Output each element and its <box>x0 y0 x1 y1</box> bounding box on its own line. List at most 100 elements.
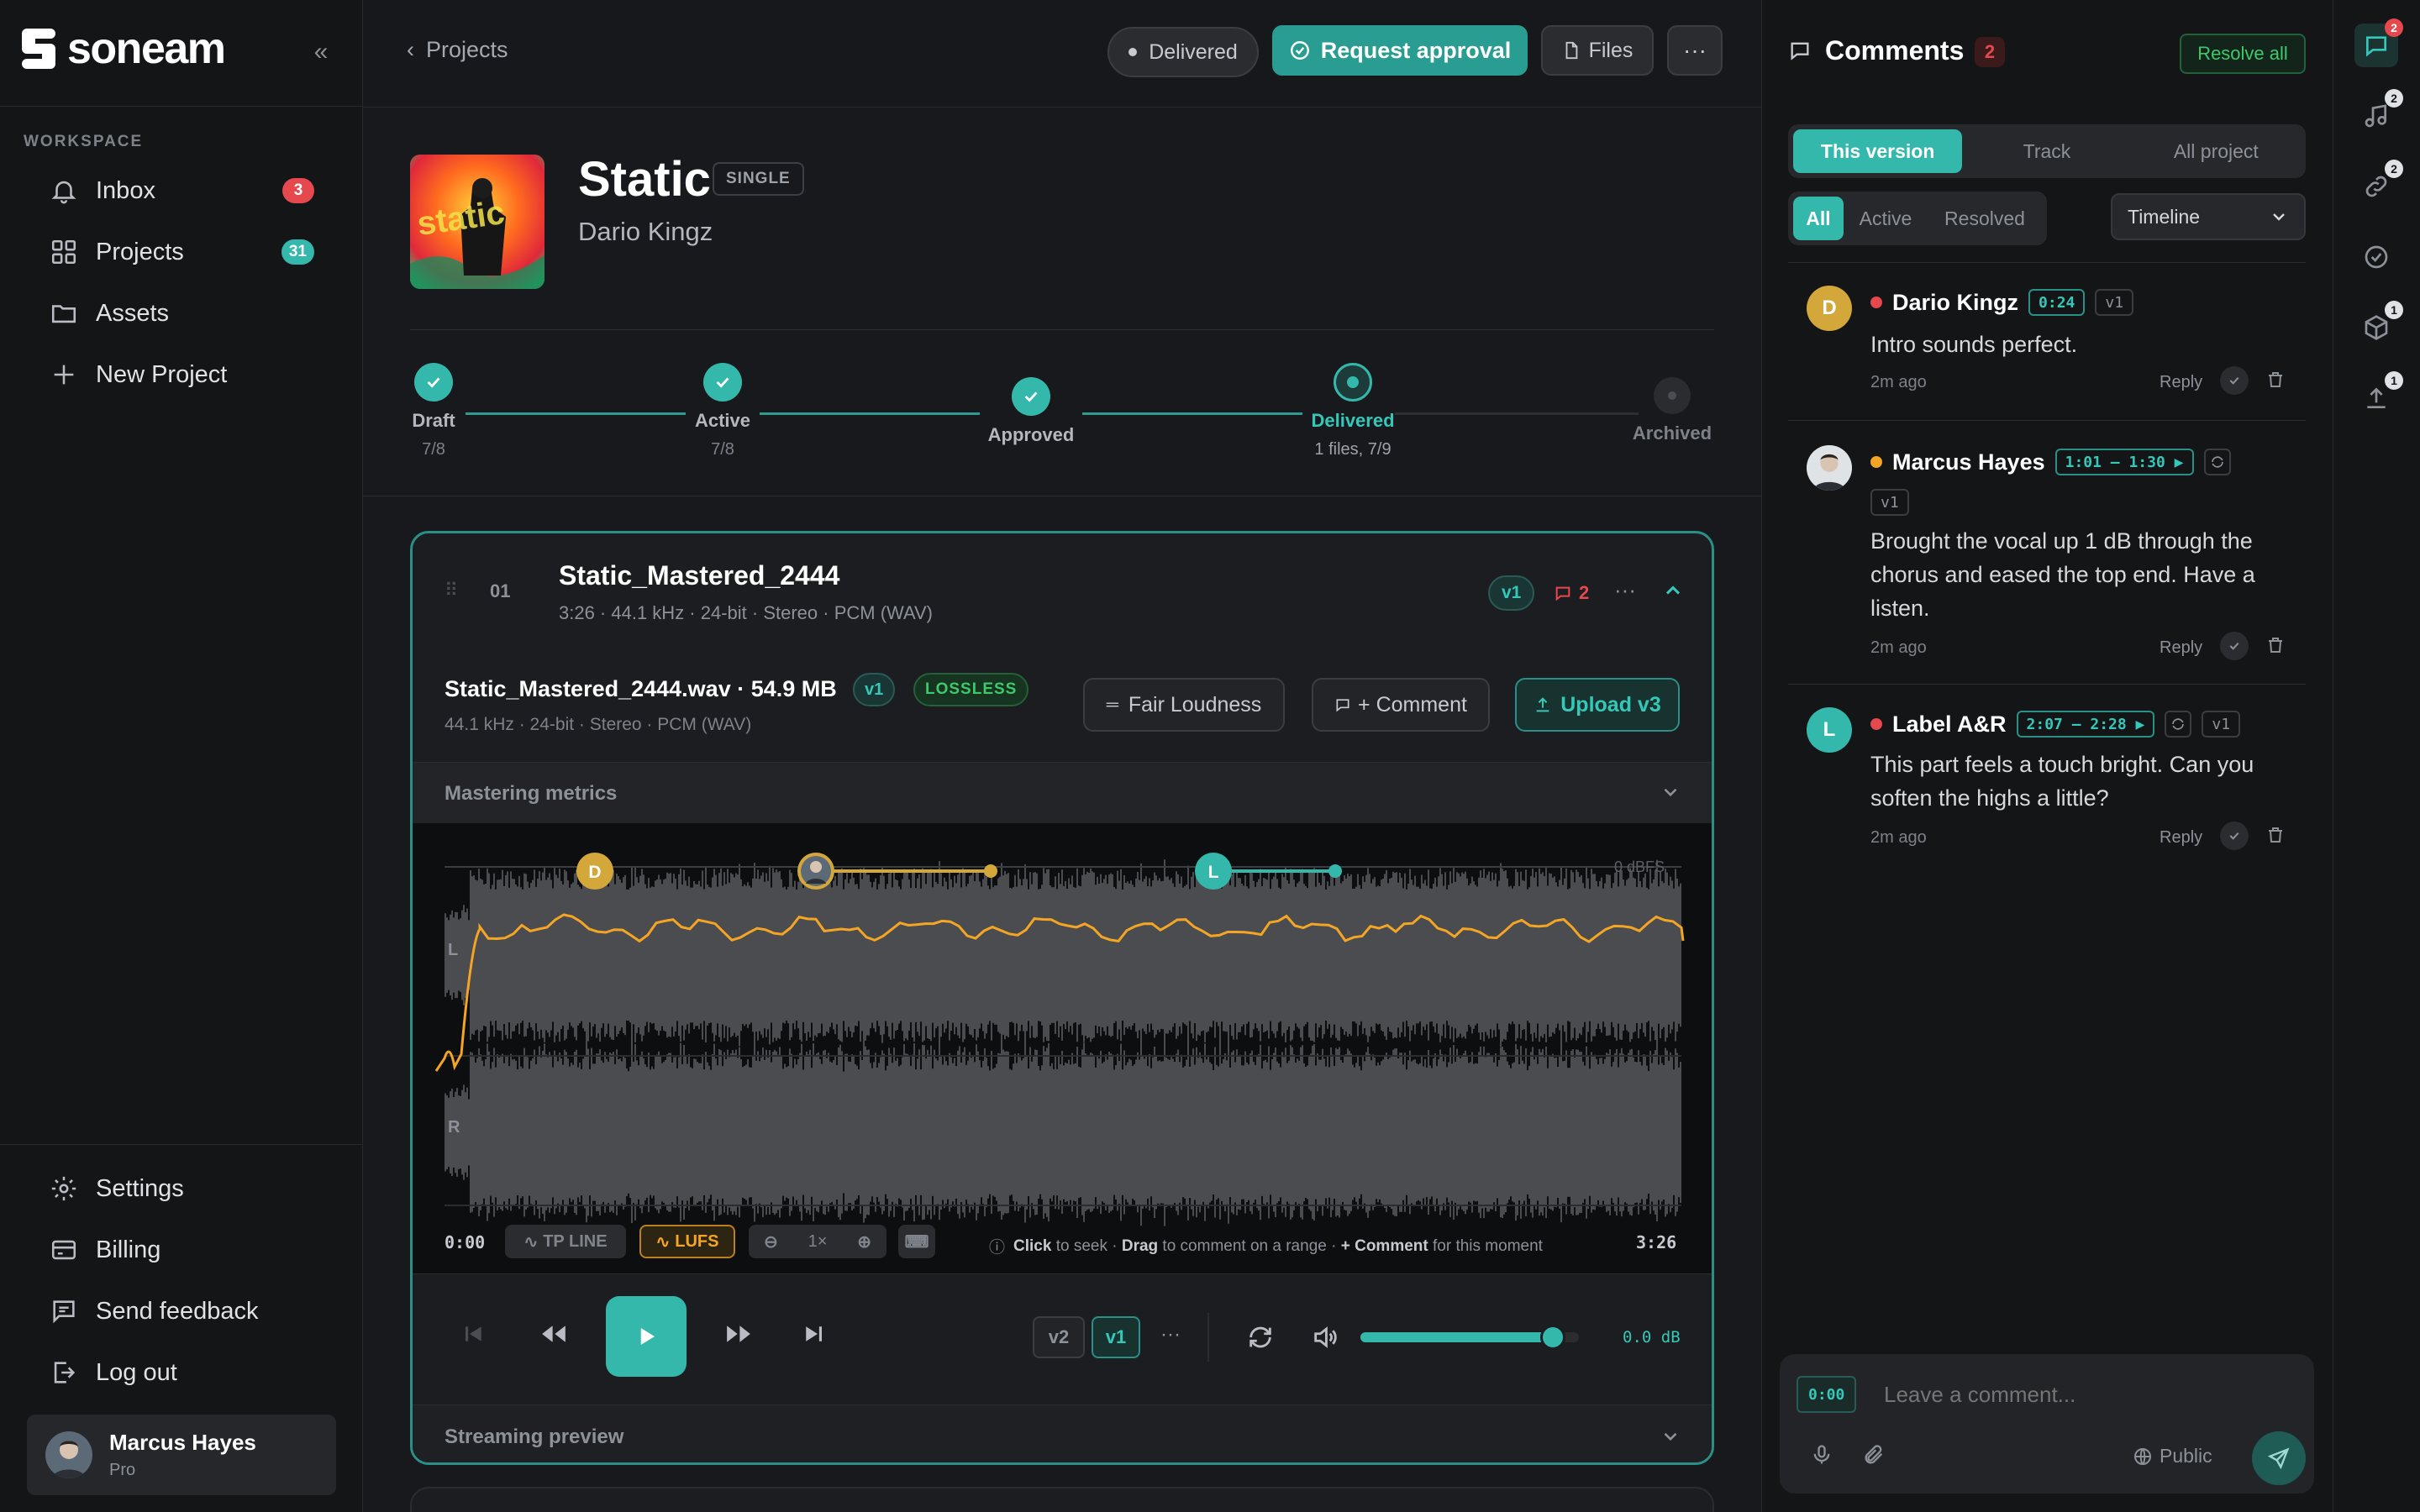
loop-icon[interactable] <box>1246 1323 1275 1352</box>
step-archived[interactable]: Archived <box>1580 377 1765 444</box>
comment-count[interactable]: 2 <box>1554 582 1589 604</box>
waveform-bar <box>905 872 907 1038</box>
composer-timestamp[interactable]: 0:00 <box>1797 1376 1857 1413</box>
sidebar-item-billing[interactable]: Billing <box>25 1224 321 1276</box>
comment-item[interactable]: L Label A&R 2:07 — 2:28 ▶ v1 This part f… <box>1788 707 2306 850</box>
play-button[interactable] <box>606 1296 687 1377</box>
volume-slider[interactable] <box>1360 1325 1579 1350</box>
comment-marker-dario[interactable]: D <box>576 853 613 890</box>
zoom-in-icon[interactable]: ⊕ <box>857 1231 871 1252</box>
comment-item[interactable]: Marcus Hayes 1:01 — 1:30 ▶ v1 Brought th… <box>1788 445 2306 680</box>
volume-icon[interactable] <box>1310 1323 1340 1352</box>
send-button[interactable] <box>2252 1431 2306 1485</box>
sidebar-item-logout[interactable]: Log out <box>25 1347 321 1399</box>
step-active[interactable]: Active 7/8 <box>630 363 815 459</box>
volume-thumb[interactable] <box>1539 1325 1565 1350</box>
resolve-all-button[interactable]: Resolve all <box>2180 34 2306 74</box>
lufs-toggle[interactable]: ∿ LUFS <box>639 1225 735 1258</box>
range-end-handle[interactable] <box>1328 864 1342 878</box>
trash-icon[interactable] <box>2265 825 2286 845</box>
sidebar-item-settings[interactable]: Settings <box>25 1163 321 1215</box>
step-draft[interactable]: Draft 7/8 <box>341 363 526 459</box>
app-logo[interactable]: soneam <box>18 24 226 74</box>
request-approval-button[interactable]: Request approval <box>1272 25 1528 76</box>
loop-icon[interactable] <box>2203 449 2231 475</box>
filter-active[interactable]: Active <box>1844 197 1928 240</box>
version-badge[interactable]: v1 <box>1488 575 1535 611</box>
upload-button[interactable]: Upload v3 <box>1515 678 1680 732</box>
trash-icon[interactable] <box>2265 370 2286 390</box>
waveform-panel[interactable]: 0 dBFS L R D L 0:00 ∿ TP LINE ∿ LUFS ⊖ 1… <box>413 823 1712 1273</box>
microphone-icon[interactable] <box>1810 1443 1833 1467</box>
waveform-bar <box>529 887 530 1023</box>
rail-upload-button[interactable]: 1 <box>2354 371 2403 420</box>
fair-loudness-button[interactable]: ═ Fair Loudness <box>1083 678 1285 732</box>
drag-handle-icon[interactable]: ⠿ <box>445 580 458 601</box>
keyboard-shortcuts-button[interactable]: ⌨ <box>898 1225 935 1258</box>
filter-all[interactable]: All <box>1793 197 1844 240</box>
files-button[interactable]: Files <box>1541 25 1654 76</box>
more-options-button[interactable]: ··· <box>1667 25 1723 76</box>
add-comment-button[interactable]: + Comment <box>1312 678 1490 732</box>
tab-all-project[interactable]: All project <box>2132 129 2301 173</box>
reply-button[interactable]: Reply <box>2160 638 2202 658</box>
status-badge[interactable]: Delivered <box>1107 27 1259 77</box>
next-track-card[interactable] <box>410 1487 1714 1512</box>
sort-select[interactable]: Timeline <box>2111 193 2306 240</box>
filter-resolved[interactable]: Resolved <box>1928 197 2042 240</box>
collapse-sidebar-button[interactable]: « <box>306 37 336 67</box>
user-card[interactable]: Marcus Hayes Pro <box>27 1415 336 1495</box>
attachment-icon[interactable] <box>1862 1443 1886 1467</box>
timestamp-chip[interactable]: 1:01 — 1:30 ▶ <box>2054 449 2194 475</box>
sidebar-item-inbox[interactable]: Inbox 3 <box>25 165 321 217</box>
timestamp-chip[interactable]: 2:07 — 2:28 ▶ <box>2016 711 2155 738</box>
fast-forward-icon[interactable] <box>723 1320 754 1348</box>
skip-start-icon[interactable] <box>461 1321 487 1347</box>
streaming-preview-header[interactable]: Streaming preview <box>413 1404 1712 1462</box>
version-v2-button[interactable]: v2 <box>1033 1316 1085 1358</box>
loop-icon[interactable] <box>2165 711 2192 738</box>
sidebar-item-assets[interactable]: Assets <box>25 287 321 339</box>
waveform[interactable]: 0 dBFS L R D L <box>413 823 1712 1273</box>
resolve-button[interactable] <box>2220 822 2249 850</box>
rail-comments-button[interactable]: 2 <box>2354 18 2403 67</box>
rail-music-button[interactable]: 2 <box>2354 89 2403 138</box>
zoom-out-icon[interactable]: ⊖ <box>764 1231 778 1252</box>
breadcrumb[interactable]: ‹ Projects <box>407 37 508 63</box>
visibility-selector[interactable]: Public <box>2133 1445 2212 1467</box>
rail-approvals-button[interactable] <box>2354 235 2398 279</box>
comment-input[interactable] <box>1884 1369 2287 1420</box>
reply-button[interactable]: Reply <box>2160 828 2202 848</box>
chevron-up-icon[interactable] <box>1661 579 1685 602</box>
zoom-control[interactable]: ⊖ 1× ⊕ <box>749 1225 886 1258</box>
tp-line-toggle[interactable]: ∿ TP LINE <box>505 1225 626 1258</box>
step-delivered[interactable]: Delivered 1 files, 7/9 <box>1260 363 1445 459</box>
rewind-icon[interactable] <box>539 1320 569 1348</box>
tab-track[interactable]: Track <box>1962 129 2131 173</box>
waveform-bar <box>1577 872 1579 1038</box>
resolve-button[interactable] <box>2220 632 2249 660</box>
comment-marker-marcus[interactable] <box>797 853 834 890</box>
mastering-metrics-header[interactable]: Mastering metrics <box>413 763 1712 823</box>
comment-marker-label[interactable]: L <box>1195 853 1232 890</box>
reply-button[interactable]: Reply <box>2160 373 2202 392</box>
waveform-bar <box>1218 1066 1219 1199</box>
version-v1-button[interactable]: v1 <box>1092 1316 1140 1358</box>
tab-this-version[interactable]: This version <box>1793 129 1963 173</box>
versions-more-button[interactable]: ··· <box>1160 1323 1181 1347</box>
resolve-button[interactable] <box>2220 366 2249 395</box>
skip-end-icon[interactable] <box>801 1321 826 1347</box>
comment-item[interactable]: D Dario Kingz 0:24 v1 Intro sounds perfe… <box>1788 286 2306 420</box>
range-end-handle[interactable] <box>984 864 997 878</box>
timestamp-chip[interactable]: 0:24 <box>2028 289 2086 316</box>
track-more-button[interactable]: ··· <box>1614 577 1636 603</box>
trash-icon[interactable] <box>2265 635 2286 655</box>
step-approved[interactable]: Approved <box>939 377 1123 446</box>
sidebar-item-feedback[interactable]: Send feedback <box>25 1285 321 1337</box>
rail-link-button[interactable]: 2 <box>2354 160 2403 208</box>
sidebar-item-new-project[interactable]: New Project <box>25 349 321 401</box>
rail-package-button[interactable]: 1 <box>2354 301 2403 349</box>
sidebar-item-projects[interactable]: Projects 31 <box>25 226 321 278</box>
breadcrumb-projects[interactable]: Projects <box>426 37 508 63</box>
waveform-bar <box>886 884 888 1026</box>
